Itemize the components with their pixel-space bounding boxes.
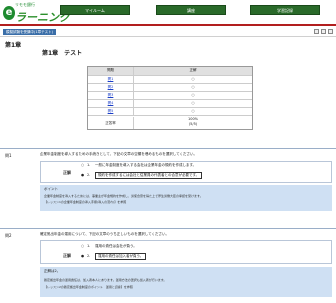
status-bar: 模擬試験を受講中(1章テスト) xyxy=(0,28,336,37)
choice-selected-2: 規約を作成するには会社と従業員の代表者との合意が必要です。 xyxy=(95,172,203,179)
logo-e-icon: e xyxy=(3,6,15,20)
question-text: 確定拠出年金の運用について、下記の文章のうち正しいものを選択してください。 xyxy=(40,232,170,236)
answer-label: 正解 xyxy=(63,170,71,175)
explanation-reference: 【レッスン1の企業年金制度の導入手順(導入の流れ)】を参照 xyxy=(44,200,127,204)
table-row: 問4 ○ xyxy=(88,99,252,107)
answer-label: 正解 xyxy=(63,253,71,258)
test-title: 第1章 テスト xyxy=(42,50,83,57)
choice-text-1: 一般に年金制度を導入する会社は企業年金の規約を作成します。 xyxy=(95,163,197,167)
choice-number-2: 2. xyxy=(87,254,91,258)
logo-bank-name: リモモ銀行 xyxy=(15,2,35,7)
table-row-rate: 正答率 100% (5/5) xyxy=(88,115,252,129)
question-link-4[interactable]: 問4 xyxy=(108,101,114,105)
nav-records-button[interactable]: 学習記録 xyxy=(250,5,320,15)
table-row: 問2 ○ xyxy=(88,83,252,91)
explanation-line: 確定拠出年金の運用責任は、加入者本人にあります。運用方法の選択も加入者が行います… xyxy=(44,278,167,282)
explanation-reference: 【レッスン2の確定拠出年金制度のポイント 運用と資産】を参照 xyxy=(44,285,133,289)
question-text: 企業年金制度を導入するための手続きとして、下記の文章の空欄を埋めるものを選択して… xyxy=(40,152,198,156)
question-number: 問1 xyxy=(5,153,12,158)
question-number: 問2 xyxy=(5,233,12,238)
close-icon[interactable] xyxy=(328,29,333,34)
chapter-title: 第1章 xyxy=(5,42,22,49)
page: e リモモ銀行 ラーニング マイルーム 講座 学習記録 模擬試験を受講中(1章テ… xyxy=(0,0,336,303)
correct-mark: ○ xyxy=(191,109,195,113)
explanation-title: 正解は2。 xyxy=(44,269,61,273)
column-header-correct: 正解 xyxy=(189,68,197,72)
question-link-3[interactable]: 問3 xyxy=(108,93,114,97)
rate-label: 正答率 xyxy=(88,117,134,129)
choice-radio-1[interactable]: ○ xyxy=(81,244,84,248)
table-header-row: 問題 正解 xyxy=(88,67,252,75)
choice-number-1: 1. xyxy=(87,163,91,167)
correct-mark: ○ xyxy=(191,77,195,81)
question-link-2[interactable]: 問2 xyxy=(108,85,114,89)
logo[interactable]: e リモモ銀行 ラーニング xyxy=(3,2,70,24)
correct-mark: ○ xyxy=(191,85,195,89)
choice-selected-2: 運用の責任は加入者が負う。 xyxy=(95,253,147,260)
nav-courses-button[interactable]: 講座 xyxy=(156,5,226,15)
answer-area: 正解 ○ 1. 一般に年金制度を導入する会社は企業年金の規約を作成します。 ● … xyxy=(40,161,332,183)
correct-mark: ○ xyxy=(191,101,195,105)
table-row: 問3 ○ xyxy=(88,91,252,99)
nav-myroom-button[interactable]: マイルーム xyxy=(60,5,130,15)
choice-number-2: 2. xyxy=(87,173,91,177)
header-divider xyxy=(0,24,336,26)
question-block-2: 問2 確定拠出年金の運用について、下記の文章のうち正しいものを選択してください。… xyxy=(0,228,336,303)
choice-radio-2[interactable]: ● xyxy=(81,173,84,177)
maximize-icon[interactable] xyxy=(321,29,326,34)
choice-radio-2[interactable]: ● xyxy=(81,254,84,258)
question-link-1[interactable]: 問1 xyxy=(108,77,114,81)
explanation-title: ポイント xyxy=(44,187,58,191)
explanation-line: 企業年金制度を導入するためには、事業主が年金規約を作成し、労使合意を得た上で厚生… xyxy=(44,194,203,198)
table-row: 問5 ○ xyxy=(88,107,252,115)
explanation-box: ポイント 企業年金制度を導入するためには、事業主が年金規約を作成し、労使合意を得… xyxy=(40,185,332,211)
question-block-1: 問1 企業年金制度を導入するための手続きとして、下記の文章の空欄を埋めるものを選… xyxy=(0,148,336,228)
explanation-box: 正解は2。 確定拠出年金の運用責任は、加入者本人にあります。運用方法の選択も加入… xyxy=(40,267,332,297)
choice-radio-1[interactable]: ○ xyxy=(81,163,84,167)
table-row: 問1 ○ xyxy=(88,75,252,83)
status-label: 模擬試験を受講中(1章テスト) xyxy=(3,29,56,35)
rate-detail: (5/5) xyxy=(188,122,198,126)
rate-value-cell: 100% (5/5) xyxy=(134,117,252,129)
choice-number-1: 1. xyxy=(87,244,91,248)
window-controls xyxy=(314,29,333,34)
answer-area: 正解 ○ 1. 運用の責任は会社が負う。 ● 2. 運用の責任は加入者が負う。 xyxy=(40,240,332,264)
header: e リモモ銀行 ラーニング マイルーム 講座 学習記録 xyxy=(0,0,336,27)
question-link-5[interactable]: 問5 xyxy=(108,109,114,113)
correct-mark: ○ xyxy=(191,93,195,97)
result-table: 問題 正解 問1 ○ 問2 ○ 問3 ○ 問4 ○ 問5 ○ 正答率 100% … xyxy=(87,66,253,130)
minimize-icon[interactable] xyxy=(314,29,319,34)
choice-text-1: 運用の責任は会社が負う。 xyxy=(95,244,137,248)
column-header-question: 問題 xyxy=(88,67,134,75)
